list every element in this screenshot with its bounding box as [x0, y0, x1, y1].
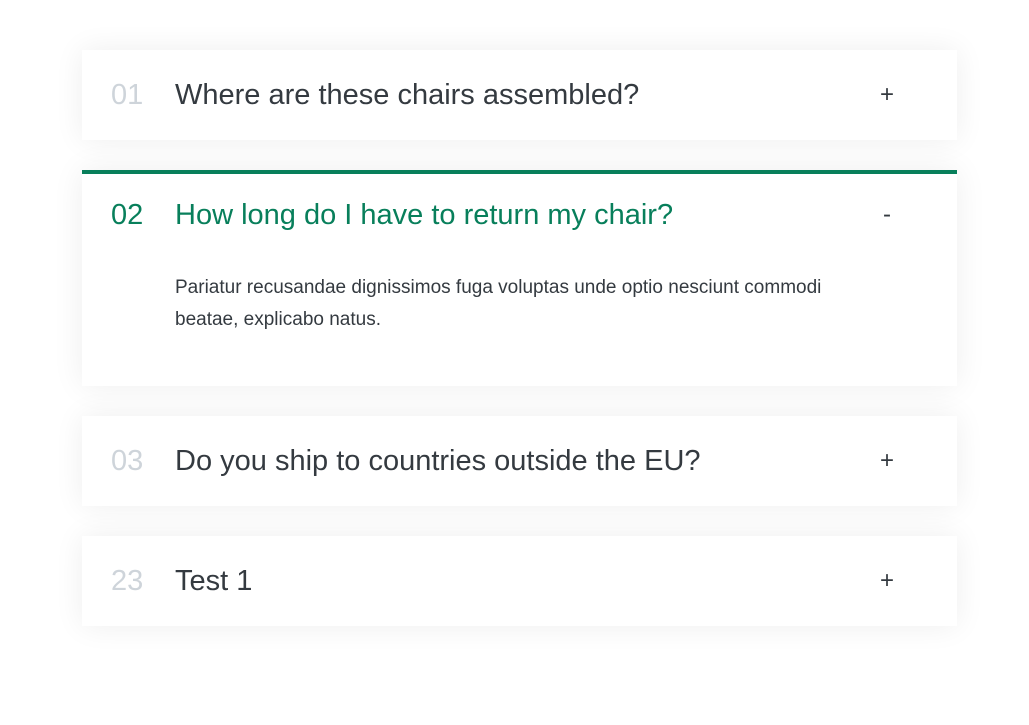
faq-item-question[interactable]: Test 1	[175, 566, 877, 596]
faq-item-question[interactable]: Where are these chairs assembled?	[175, 80, 877, 110]
faq-item-header[interactable]: 01 Where are these chairs assembled? +	[82, 50, 957, 140]
faq-item-03: 03 Do you ship to countries outside the …	[82, 416, 957, 506]
plus-icon[interactable]: +	[877, 449, 897, 473]
faq-item-number: 23	[111, 564, 144, 597]
minus-icon[interactable]: -	[877, 203, 897, 227]
faq-item-number: 01	[111, 78, 144, 111]
faq-item-header[interactable]: 23 Test 1 +	[82, 536, 957, 626]
faq-item-answer: Pariatur recusandae dignissimos fuga vol…	[175, 277, 822, 330]
faq-item-header[interactable]: 03 Do you ship to countries outside the …	[82, 416, 957, 506]
plus-icon[interactable]: +	[877, 83, 897, 107]
faq-item-header[interactable]: 02 How long do I have to return my chair…	[82, 174, 957, 256]
faq-item-question[interactable]: How long do I have to return my chair?	[175, 200, 877, 230]
plus-icon[interactable]: +	[877, 569, 897, 593]
faq-item-23: 23 Test 1 +	[82, 536, 957, 626]
faq-item-01: 01 Where are these chairs assembled? +	[82, 50, 957, 140]
faq-item-02: 02 How long do I have to return my chair…	[82, 170, 957, 386]
faq-item-number: 03	[111, 444, 144, 477]
faq-item-question[interactable]: Do you ship to countries outside the EU?	[175, 446, 877, 476]
faq-item-number: 02	[111, 198, 144, 231]
faq-accordion: 01 Where are these chairs assembled? + 0…	[82, 50, 957, 656]
